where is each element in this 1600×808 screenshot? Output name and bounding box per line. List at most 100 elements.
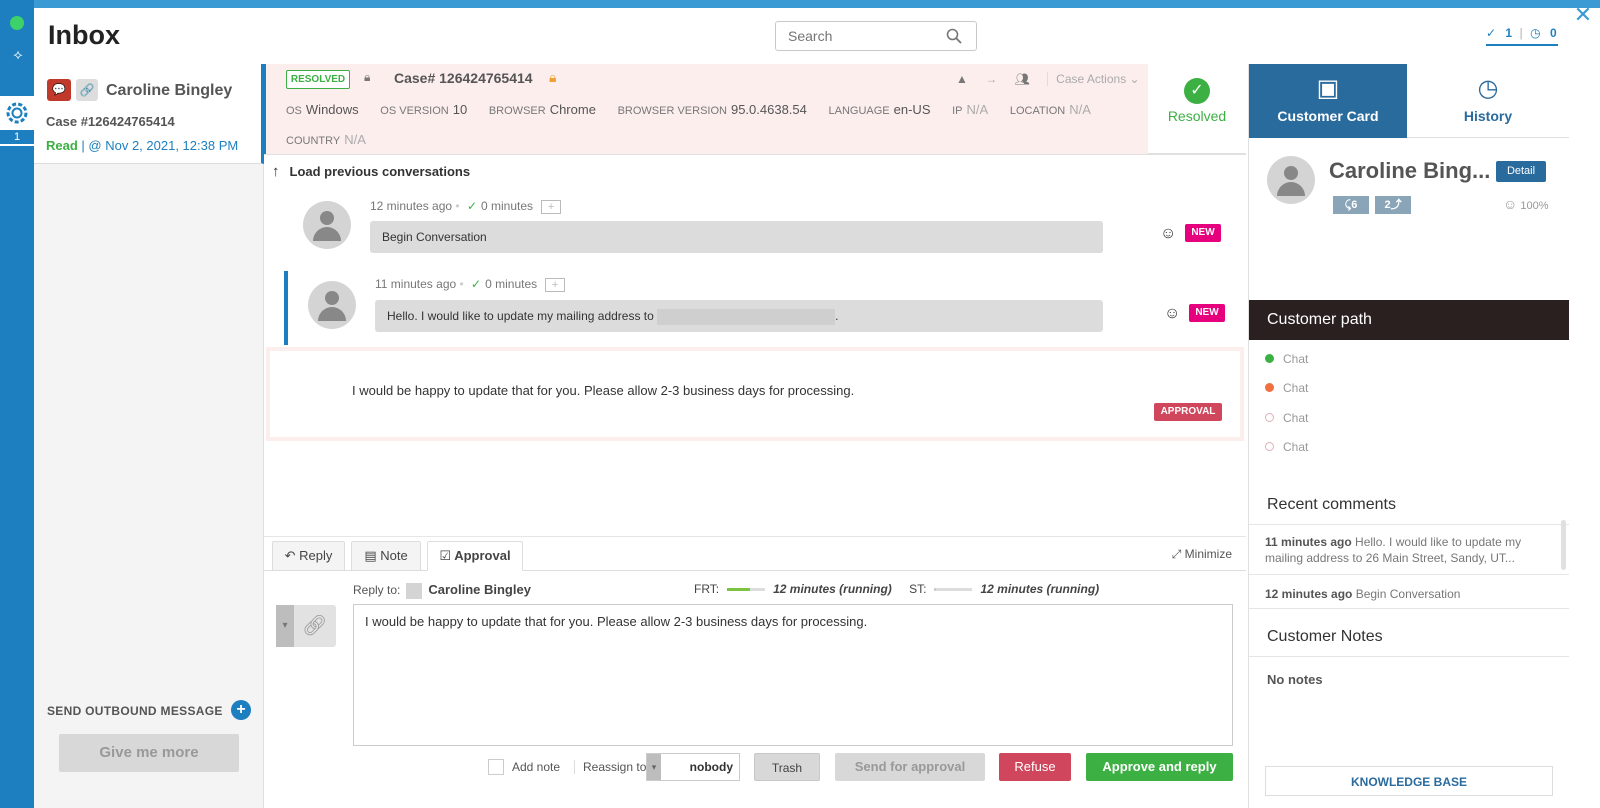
comment-item[interactable]: 11 minutes ago Hello. I would like to up… [1265,534,1555,566]
frt-value: 12 minutes (running) [773,582,892,596]
customer-notes-title: Customer Notes [1267,628,1383,645]
page-title: Inbox [48,20,120,50]
chevron-down-icon: ▾ [647,754,661,780]
rail-item-inbox[interactable]: 1 [0,96,34,146]
send-outbound-label: SEND OUTBOUND MESSAGE [47,704,223,718]
message-meta: 11 minutes ago • ✓ 0 minutes + [375,277,566,292]
case-id: Case #126424765414 [46,114,175,129]
forward-icon[interactable]: → [985,72,997,86]
meta-value: en-US [893,102,931,117]
customer-path-header: Customer path [1249,300,1569,340]
message-time: 11 minutes ago [375,277,457,291]
reply-to-label: Reply to: [353,583,401,597]
chat-icon: 💬 [47,79,71,101]
case-timestamp: | @ Nov 2, 2021, 12:38 PM [81,138,239,153]
add-outbound-button[interactable]: + [231,700,251,720]
counter-divider: | [1519,26,1523,40]
minimize-button[interactable]: ⤢ Minimize [1172,547,1232,562]
lock-icon[interactable]: 🔒︎ [549,69,556,86]
smiley-icon[interactable]: ☺ [1164,305,1180,323]
st-label: ST: [909,582,927,596]
new-badge: NEW [1185,224,1221,242]
tab-label: Approval [454,548,511,563]
add-tag-icon[interactable]: + [545,277,566,292]
outbound-count-badge: 2⤴ [1375,196,1411,214]
check-icon: ✓ [466,199,477,213]
group-icon[interactable]: 👥︎ [1015,72,1030,86]
path-item[interactable]: Chat [1265,352,1308,366]
case-actions-menu[interactable]: Case Actions [1047,72,1127,86]
path-item[interactable]: Chat [1265,381,1308,395]
clock-icon: ◷ [1477,75,1499,102]
conversation-thread: ↑ Load previous conversations 12 minutes … [264,154,1246,536]
add-tag-icon[interactable]: + [541,199,562,214]
divider [1249,608,1569,609]
give-me-more-button[interactable]: Give me more [59,734,239,772]
search-input[interactable] [788,28,938,44]
app-rail: ⟡ 1 [0,0,34,808]
timers: FRT: 12 minutes (running) ST: 12 minutes (… [694,582,1099,596]
link-icon[interactable]: ⟡ [4,46,32,66]
redacted-address [657,308,836,325]
meta-key: COUNTRY [286,135,341,147]
load-previous-button[interactable]: ↑ Load previous conversations [272,163,470,180]
detail-button[interactable]: Detail [1496,161,1546,182]
minimize-label: Minimize [1184,547,1232,561]
tab-customer-card[interactable]: ▣ Customer Card [1249,64,1407,138]
trash-button[interactable]: Trash [754,753,820,781]
assignee-select[interactable]: ▾ nobody [646,753,740,781]
smiley-icon[interactable]: ☺ [1160,225,1176,243]
link-icon: 🔗︎ [302,615,328,637]
check-icon: ✓ [1486,26,1497,40]
tab-approval[interactable]: ☑ Approval [427,541,523,571]
checkbox-icon: ☑ [439,548,455,563]
approve-and-reply-button[interactable]: Approve and reply [1086,753,1233,781]
case-meta-row-1: OS Windows OS VERSION 10 BROWSER Chrome BRO… [286,102,1109,117]
message-meta: 12 minutes ago • ✓ 0 minutes + [370,199,562,214]
comment-item[interactable]: 12 minutes ago Begin Conversation [1265,586,1555,602]
path-item[interactable]: Chat [1265,411,1308,425]
message-item: 11 minutes ago • ✓ 0 minutes + Hello. I wo… [284,271,1244,345]
warning-icon[interactable]: ▲ [956,72,968,86]
case-counters[interactable]: ✓ 1 | ◷ 0 [1486,26,1558,46]
document-icon: ▤ [364,548,381,563]
tab-note[interactable]: ▤ Note [351,541,421,571]
knowledge-base-button[interactable]: KNOWLEDGE BASE [1265,766,1553,796]
meta-value: 10 [452,102,468,117]
status-badge: RESOLVED [286,70,350,89]
avatar [406,582,423,599]
search-icon[interactable] [946,28,962,44]
meta-value: N/A [344,132,366,147]
chat-bubble-icon [1265,383,1274,392]
case-list-panel: 💬 🔗 Caroline Bingley Case #126424765414 … [34,64,264,808]
meta-value: N/A [1069,102,1091,117]
response-time: 0 minutes [481,199,534,213]
chevron-down-icon[interactable]: ⌄ [1130,72,1140,86]
case-list-item[interactable]: 💬 🔗 Caroline Bingley Case #126424765414 … [34,64,264,164]
resolved-status[interactable]: ✓ Resolved [1148,64,1246,154]
message-item: 12 minutes ago • ✓ 0 minutes + Begin Conve… [264,191,1246,269]
scrollbar[interactable] [1561,520,1566,570]
tab-label: Note [380,548,408,563]
refuse-button[interactable]: Refuse [999,753,1071,781]
meta-key: BROWSER [488,105,546,117]
load-previous-label: Load previous conversations [289,164,471,179]
attach-link-button[interactable]: ▾ 🔗︎ [276,605,336,647]
customer-name: Caroline Bing... [1329,158,1491,183]
status-dot-icon [1265,413,1274,422]
send-for-approval-button[interactable]: Send for approval [835,753,985,781]
approval-badge: APPROVAL [1154,403,1222,421]
tab-reply[interactable]: ↶ Reply [272,541,345,571]
resolved-count: 1 [1505,26,1513,40]
message-editor[interactable]: I would be happy to update that for you.… [353,604,1233,746]
meta-key: IP [952,105,963,117]
case-meta-row-2: COUNTRY N/A [286,132,384,147]
chevron-down-icon[interactable]: ▾ [276,605,294,647]
satisfaction-value: 100% [1520,200,1549,212]
tab-history[interactable]: ◷ History [1407,64,1569,138]
check-circle-icon: ✓ [1184,78,1210,104]
tab-label: Reply [299,548,333,563]
add-note-checkbox[interactable] [488,759,504,775]
meta-key: LANGUAGE [828,105,890,117]
path-item[interactable]: Chat [1265,440,1308,454]
